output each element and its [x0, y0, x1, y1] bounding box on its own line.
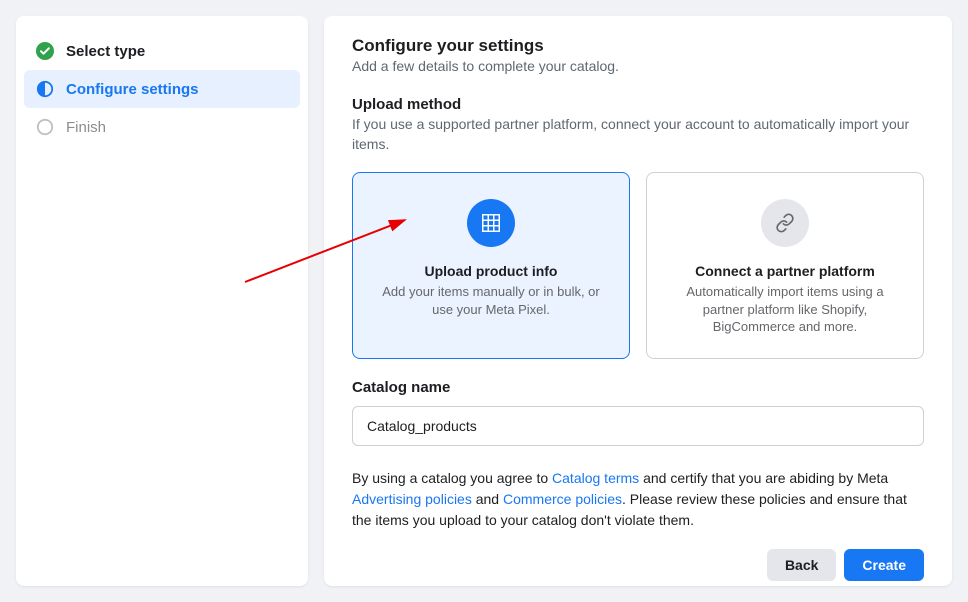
page-title: Configure your settings	[352, 36, 924, 56]
step-configure-settings[interactable]: Configure settings	[24, 70, 300, 108]
page-subtitle: Add a few details to complete your catal…	[352, 58, 924, 74]
commerce-policies-link[interactable]: Commerce policies	[503, 491, 622, 507]
catalog-terms-link[interactable]: Catalog terms	[552, 470, 639, 486]
footer-actions: Back Create	[352, 531, 924, 581]
step-finish[interactable]: Finish	[24, 108, 300, 146]
step-select-type[interactable]: Select type	[24, 32, 300, 70]
option-desc: Automatically import items using a partn…	[671, 283, 899, 336]
check-circle-icon	[36, 42, 54, 60]
empty-circle-icon	[36, 118, 54, 136]
option-title: Upload product info	[425, 263, 558, 279]
option-desc: Add your items manually or in bulk, or u…	[377, 283, 605, 318]
catalog-name-input[interactable]	[352, 406, 924, 446]
step-label: Configure settings	[66, 81, 199, 98]
option-upload-product-info[interactable]: Upload product info Add your items manua…	[352, 172, 630, 359]
back-button[interactable]: Back	[767, 549, 836, 581]
steps-sidebar: Select type Configure settings Finish	[16, 16, 308, 586]
option-title: Connect a partner platform	[695, 263, 875, 279]
grid-icon	[467, 199, 515, 247]
upload-method-options: Upload product info Add your items manua…	[352, 172, 924, 359]
main-panel: Configure your settings Add a few detail…	[324, 16, 952, 586]
link-icon	[761, 199, 809, 247]
half-circle-icon	[36, 80, 54, 98]
step-label: Select type	[66, 43, 145, 60]
catalog-name-label: Catalog name	[352, 379, 924, 396]
agreement-text: By using a catalog you agree to Catalog …	[352, 468, 924, 531]
advertising-policies-link[interactable]: Advertising policies	[352, 491, 472, 507]
create-button[interactable]: Create	[844, 549, 924, 581]
upload-method-help: If you use a supported partner platform,…	[352, 115, 924, 154]
option-connect-partner[interactable]: Connect a partner platform Automatically…	[646, 172, 924, 359]
step-label: Finish	[66, 119, 106, 136]
upload-method-label: Upload method	[352, 96, 924, 113]
